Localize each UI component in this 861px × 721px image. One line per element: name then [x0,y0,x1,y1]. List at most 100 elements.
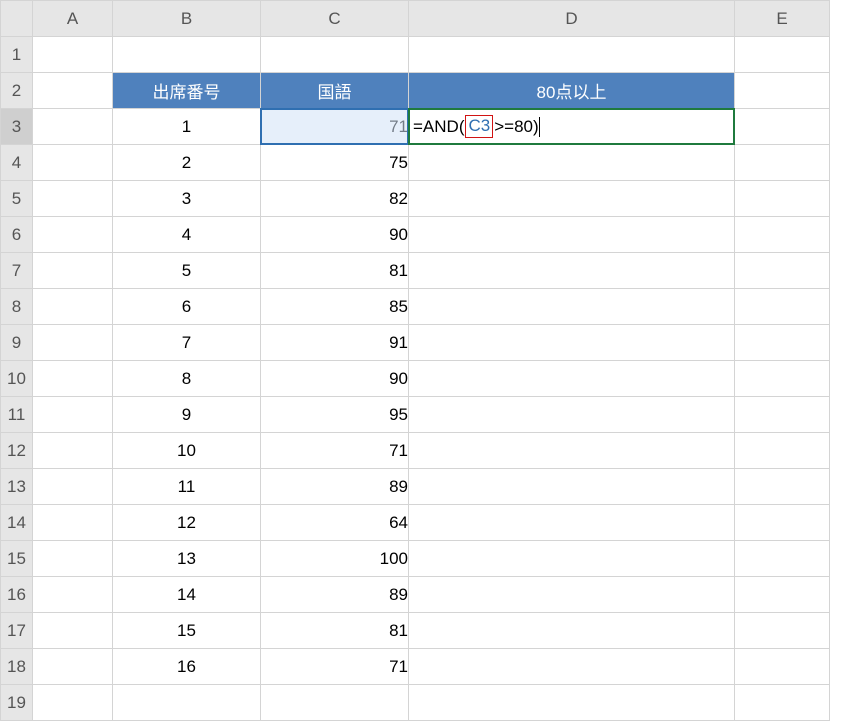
cell-A2[interactable] [33,73,113,109]
cell-D1[interactable] [409,37,735,73]
cell-D13[interactable] [409,469,735,505]
cell-A14[interactable] [33,505,113,541]
cell-B2[interactable]: 出席番号 [113,73,261,109]
cell-B1[interactable] [113,37,261,73]
row-header-14[interactable]: 14 [1,505,33,541]
cell-B17[interactable]: 15 [113,613,261,649]
cell-B9[interactable]: 7 [113,325,261,361]
cell-C7[interactable]: 81 [261,253,409,289]
cell-D6[interactable] [409,217,735,253]
cell-C4[interactable]: 75 [261,145,409,181]
row-header-8[interactable]: 8 [1,289,33,325]
cell-C8[interactable]: 85 [261,289,409,325]
cell-C15[interactable]: 100 [261,541,409,577]
row-header-2[interactable]: 2 [1,73,33,109]
row-header-10[interactable]: 10 [1,361,33,397]
cell-A10[interactable] [33,361,113,397]
cell-C10[interactable]: 90 [261,361,409,397]
cell-A11[interactable] [33,397,113,433]
cell-A12[interactable] [33,433,113,469]
cell-A6[interactable] [33,217,113,253]
spreadsheet-grid[interactable]: A B C D E 1 2 出席番号 国語 80点以上 3 1 71 =AND(… [0,0,830,721]
cell-D14[interactable] [409,505,735,541]
cell-E3[interactable] [735,109,830,145]
cell-C5[interactable]: 82 [261,181,409,217]
cell-D5[interactable] [409,181,735,217]
cell-C14[interactable]: 64 [261,505,409,541]
cell-A19[interactable] [33,685,113,721]
cell-A5[interactable] [33,181,113,217]
cell-D16[interactable] [409,577,735,613]
cell-A4[interactable] [33,145,113,181]
cell-C17[interactable]: 81 [261,613,409,649]
cell-E14[interactable] [735,505,830,541]
cell-B19[interactable] [113,685,261,721]
cell-D17[interactable] [409,613,735,649]
col-header-C[interactable]: C [261,1,409,37]
row-header-16[interactable]: 16 [1,577,33,613]
cell-B11[interactable]: 9 [113,397,261,433]
formula-editor[interactable]: =AND(C3>=80) [408,108,735,145]
cell-C19[interactable] [261,685,409,721]
cell-A15[interactable] [33,541,113,577]
cell-E9[interactable] [735,325,830,361]
cell-E16[interactable] [735,577,830,613]
cell-A7[interactable] [33,253,113,289]
cell-E7[interactable] [735,253,830,289]
cell-B5[interactable]: 3 [113,181,261,217]
cell-E5[interactable] [735,181,830,217]
cell-D11[interactable] [409,397,735,433]
cell-B6[interactable]: 4 [113,217,261,253]
cell-A16[interactable] [33,577,113,613]
cell-C2[interactable]: 国語 [261,73,409,109]
row-header-11[interactable]: 11 [1,397,33,433]
row-header-12[interactable]: 12 [1,433,33,469]
cell-D3[interactable]: =AND(C3>=80) [409,109,735,145]
col-header-D[interactable]: D [409,1,735,37]
cell-E17[interactable] [735,613,830,649]
cell-B4[interactable]: 2 [113,145,261,181]
cell-E8[interactable] [735,289,830,325]
cell-A18[interactable] [33,649,113,685]
select-all-corner[interactable] [1,1,33,37]
cell-D10[interactable] [409,361,735,397]
cell-C11[interactable]: 95 [261,397,409,433]
cell-D8[interactable] [409,289,735,325]
cell-A17[interactable] [33,613,113,649]
cell-A3[interactable] [33,109,113,145]
cell-E6[interactable] [735,217,830,253]
cell-E13[interactable] [735,469,830,505]
cell-B12[interactable]: 10 [113,433,261,469]
cell-B18[interactable]: 16 [113,649,261,685]
cell-E18[interactable] [735,649,830,685]
row-header-13[interactable]: 13 [1,469,33,505]
cell-D7[interactable] [409,253,735,289]
cell-C13[interactable]: 89 [261,469,409,505]
col-header-A[interactable]: A [33,1,113,37]
cell-E12[interactable] [735,433,830,469]
cell-B7[interactable]: 5 [113,253,261,289]
cell-E11[interactable] [735,397,830,433]
row-header-15[interactable]: 15 [1,541,33,577]
cell-D4[interactable] [409,145,735,181]
col-header-B[interactable]: B [113,1,261,37]
row-header-19[interactable]: 19 [1,685,33,721]
cell-E2[interactable] [735,73,830,109]
cell-E15[interactable] [735,541,830,577]
cell-C9[interactable]: 91 [261,325,409,361]
cell-B13[interactable]: 11 [113,469,261,505]
cell-D19[interactable] [409,685,735,721]
cell-C18[interactable]: 71 [261,649,409,685]
cell-A13[interactable] [33,469,113,505]
row-header-18[interactable]: 18 [1,649,33,685]
row-header-6[interactable]: 6 [1,217,33,253]
cell-D9[interactable] [409,325,735,361]
cell-B10[interactable]: 8 [113,361,261,397]
row-header-4[interactable]: 4 [1,145,33,181]
cell-D2[interactable]: 80点以上 [409,73,735,109]
cell-B3[interactable]: 1 [113,109,261,145]
cell-C16[interactable]: 89 [261,577,409,613]
row-header-7[interactable]: 7 [1,253,33,289]
cell-E10[interactable] [735,361,830,397]
cell-D18[interactable] [409,649,735,685]
